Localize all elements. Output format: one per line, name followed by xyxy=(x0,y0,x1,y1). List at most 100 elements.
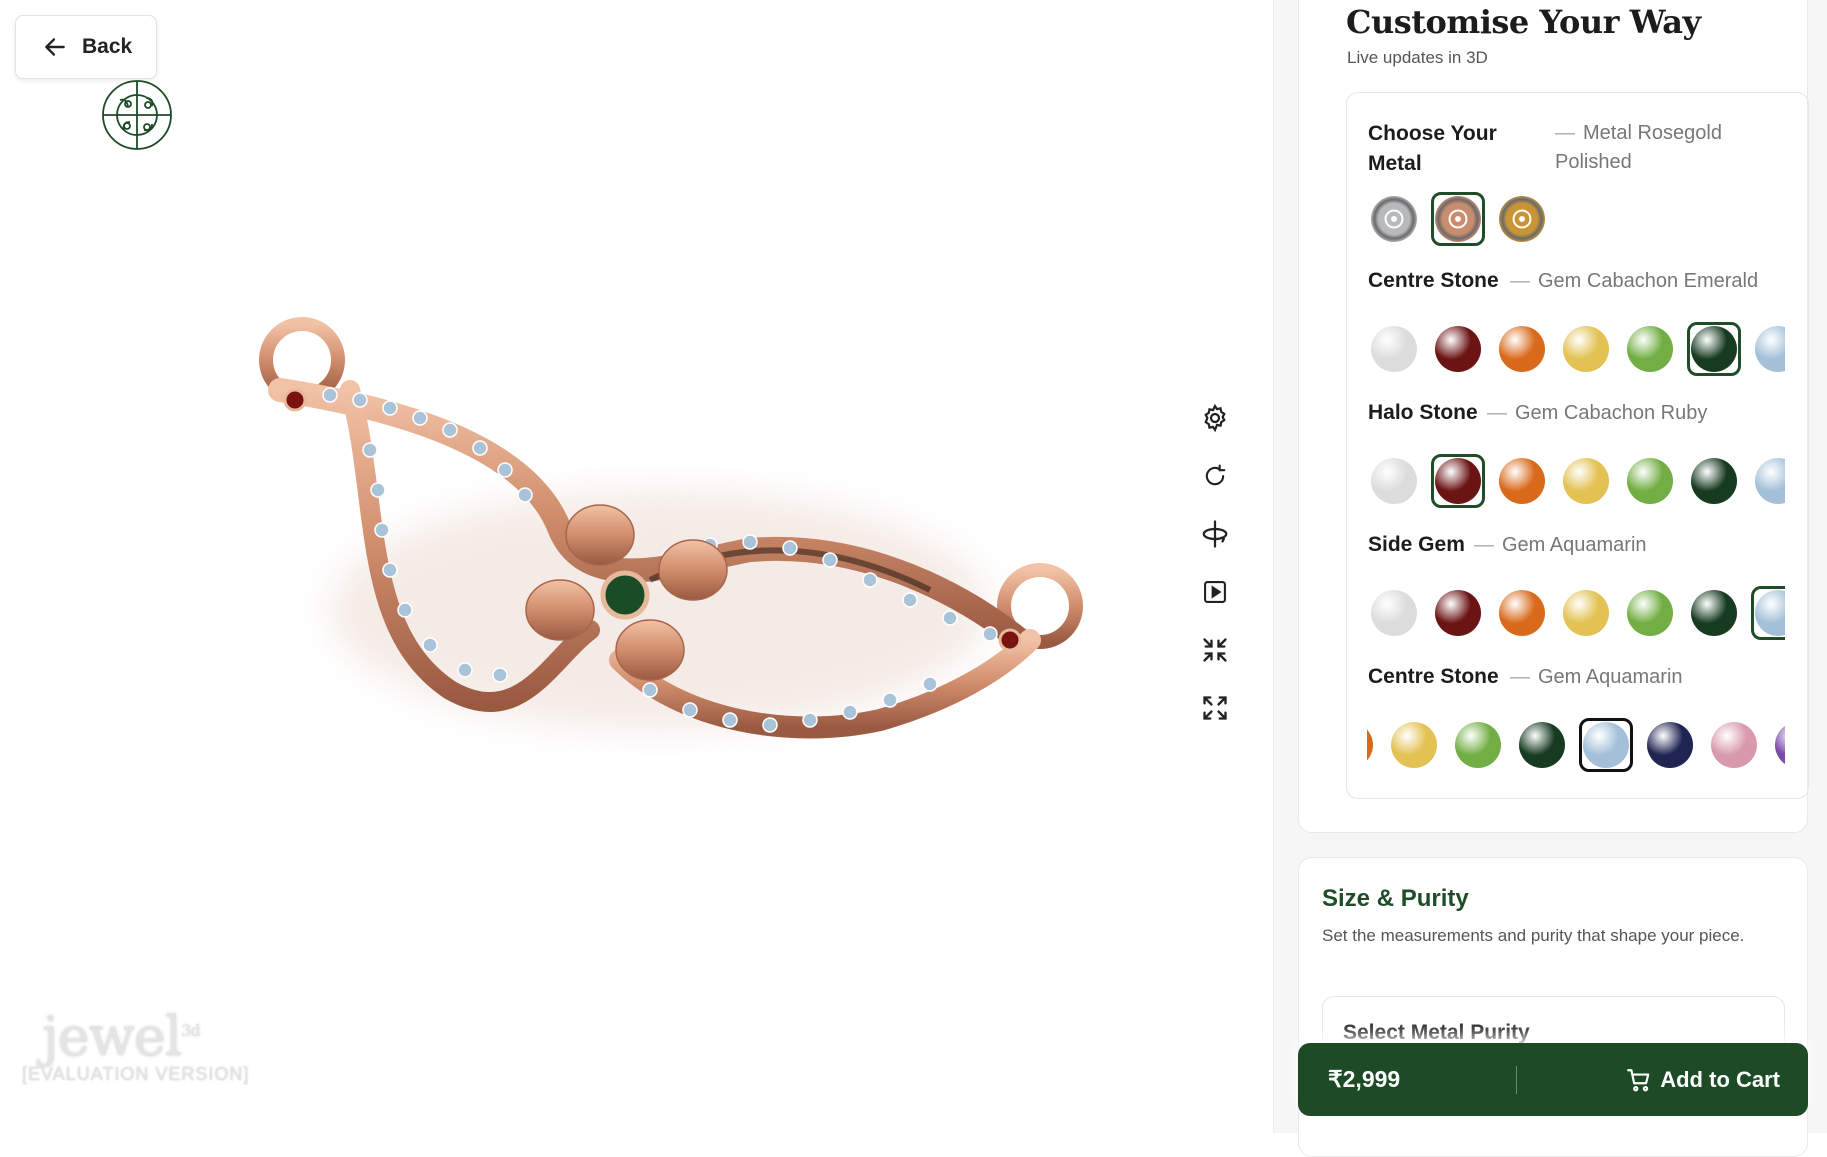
gem-swatch[interactable] xyxy=(1367,718,1377,772)
metal-swatch[interactable] xyxy=(1495,192,1549,246)
rotate-icon[interactable] xyxy=(1195,456,1235,496)
arrow-left-icon xyxy=(45,38,65,56)
gem-swatch[interactable] xyxy=(1559,454,1613,508)
gem-swatch[interactable] xyxy=(1431,322,1485,376)
gem-swatch-fill xyxy=(1711,722,1757,768)
gem-swatch-fill xyxy=(1499,458,1545,504)
price: ₹2,999 xyxy=(1328,1066,1401,1092)
back-button[interactable]: Back xyxy=(15,15,157,79)
customise-card: Customise Your Way Live updates in 3D Ch… xyxy=(1298,0,1809,833)
centre-stone-value: — Gem Cabachon Emerald xyxy=(1510,270,1759,292)
gem-swatch-fill xyxy=(1691,590,1737,636)
spin-axis-icon[interactable] xyxy=(1195,514,1235,554)
gem-swatch-fill xyxy=(1627,590,1673,636)
gem-swatch[interactable] xyxy=(1367,322,1421,376)
centre-stone-label: Centre Stone xyxy=(1368,269,1499,292)
gem-swatch-fill xyxy=(1499,590,1545,636)
gem-swatch-fill xyxy=(1583,722,1629,768)
gem-swatch-fill xyxy=(1499,326,1545,372)
metal-swatch[interactable] xyxy=(1431,192,1485,246)
pendant-3d-model[interactable] xyxy=(230,300,1130,860)
collapse-icon[interactable] xyxy=(1195,630,1235,670)
gem-swatch[interactable] xyxy=(1771,718,1785,772)
gem-swatch[interactable] xyxy=(1623,586,1677,640)
watermark-main: jewel xyxy=(42,1005,182,1068)
gem-swatch[interactable] xyxy=(1451,718,1505,772)
gem-swatch[interactable] xyxy=(1495,322,1549,376)
gem-swatch[interactable] xyxy=(1751,586,1785,640)
gem-swatch[interactable] xyxy=(1623,322,1677,376)
gem-swatch[interactable] xyxy=(1431,586,1485,640)
gem-swatch[interactable] xyxy=(1687,322,1741,376)
gem-swatch[interactable] xyxy=(1559,322,1613,376)
side-gem-value: — Gem Aquamarin xyxy=(1474,534,1647,556)
metal-label: Choose Your Metal xyxy=(1368,122,1497,175)
gem-swatch[interactable] xyxy=(1687,586,1741,640)
gem-swatch-fill xyxy=(1775,722,1785,768)
gem-swatch[interactable] xyxy=(1431,454,1485,508)
gem-swatch[interactable] xyxy=(1387,718,1441,772)
metal-value: — Metal Rosegold Polished xyxy=(1555,122,1722,173)
gem-swatch[interactable] xyxy=(1687,454,1741,508)
watermark-sup: 3d xyxy=(181,1021,200,1040)
gem-swatch-fill xyxy=(1627,458,1673,504)
cart-icon xyxy=(1627,1068,1650,1091)
add-to-cart-button[interactable]: Add to Cart xyxy=(1517,1067,1808,1093)
centre-stone-2-label: Centre Stone xyxy=(1368,665,1499,688)
gem-swatch[interactable] xyxy=(1495,454,1549,508)
gem-swatch[interactable] xyxy=(1495,586,1549,640)
watermark-sub: [EVALUATION VERSION] xyxy=(22,1064,250,1084)
metal-purity-title: Select Metal Purity xyxy=(1343,1021,1530,1044)
gem-swatch-fill xyxy=(1647,722,1693,768)
metal-swatch-fill xyxy=(1435,196,1481,242)
halo-stone-value: — Gem Cabachon Ruby xyxy=(1487,402,1708,424)
customise-panel: Customise Your Way Live updates in 3D Ch… xyxy=(1273,0,1827,1157)
options-box: Choose Your Metal — Metal Rosegold Polish… xyxy=(1346,92,1809,799)
metal-swatch-fill xyxy=(1499,196,1545,242)
gem-swatch[interactable] xyxy=(1579,718,1633,772)
side-gem-swatches xyxy=(1367,583,1785,643)
gem-swatch-fill xyxy=(1563,458,1609,504)
gem-swatch-fill xyxy=(1627,326,1673,372)
viewer-toolbar xyxy=(1195,398,1235,746)
cart-bar: ₹2,999 Add to Cart xyxy=(1298,1043,1808,1116)
size-purity-title: Size & Purity xyxy=(1322,885,1469,912)
gem-swatch-fill xyxy=(1755,458,1785,504)
gem-swatch[interactable] xyxy=(1623,454,1677,508)
gem-swatch-fill xyxy=(1371,326,1417,372)
gem-swatch-fill xyxy=(1391,722,1437,768)
metal-swatch[interactable] xyxy=(1367,192,1421,246)
gem-swatch-fill xyxy=(1371,590,1417,636)
gem-swatch-fill xyxy=(1563,326,1609,372)
gem-swatch[interactable] xyxy=(1751,322,1785,376)
gem-swatch-fill xyxy=(1435,458,1481,504)
back-label: Back xyxy=(82,35,133,58)
halo-stone-swatches xyxy=(1367,451,1785,511)
gem-swatch[interactable] xyxy=(1559,586,1613,640)
brand-logo xyxy=(102,80,172,150)
gem-swatch-fill xyxy=(1519,722,1565,768)
gem-swatch[interactable] xyxy=(1367,454,1421,508)
3d-viewer[interactable]: Back jewel3d [EVALUATION VERSION] xyxy=(0,0,1273,1133)
gem-swatch-fill xyxy=(1755,590,1785,636)
gem-swatch-fill xyxy=(1367,722,1373,768)
size-purity-description: Set the measurements and purity that sha… xyxy=(1322,926,1745,945)
metal-swatches xyxy=(1367,189,1785,249)
settings-icon[interactable] xyxy=(1195,398,1235,438)
gem-swatch[interactable] xyxy=(1707,718,1761,772)
gem-swatch-fill xyxy=(1691,458,1737,504)
gem-swatch[interactable] xyxy=(1643,718,1697,772)
gem-swatch[interactable] xyxy=(1751,454,1785,508)
watermark: jewel3d [EVALUATION VERSION] xyxy=(22,1005,249,1085)
centre-stone-swatches xyxy=(1367,319,1785,379)
expand-icon[interactable] xyxy=(1195,688,1235,728)
customise-subtitle: Live updates in 3D xyxy=(1347,48,1488,67)
centre-stone-2-value: — Gem Aquamarin xyxy=(1510,666,1683,688)
gem-swatch[interactable] xyxy=(1515,718,1569,772)
side-gem-label: Side Gem xyxy=(1368,533,1465,556)
metal-swatch-fill xyxy=(1371,196,1417,242)
gem-swatch-fill xyxy=(1691,326,1737,372)
gem-swatch-fill xyxy=(1563,590,1609,636)
play-icon[interactable] xyxy=(1195,572,1235,612)
gem-swatch[interactable] xyxy=(1367,586,1421,640)
